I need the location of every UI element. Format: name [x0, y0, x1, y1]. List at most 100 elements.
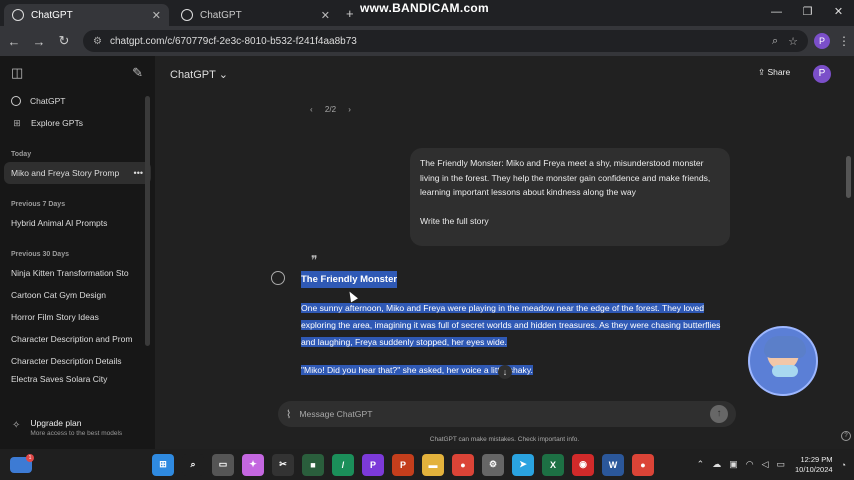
- bandicam-watermark: www.BANDICAM.com: [360, 1, 490, 15]
- attach-paperclip-icon[interactable]: ⌇: [286, 408, 291, 421]
- sidebar-scrollbar[interactable]: [145, 96, 150, 346]
- sidebar-toggle-icon[interactable]: ◫: [11, 65, 23, 81]
- back-arrow-icon[interactable]: ←: [3, 34, 25, 49]
- powerpoint-icon[interactable]: P: [392, 453, 414, 476]
- share-icon: ⇪: [758, 67, 766, 77]
- avatar-hair: [764, 336, 806, 358]
- tray-app-icon[interactable]: ▣: [729, 459, 738, 470]
- upgrade-plan-button[interactable]: ✧ Upgrade plan More access to the best m…: [0, 413, 155, 449]
- message-input[interactable]: Message ChatGPT: [299, 409, 710, 419]
- new-chat-icon[interactable]: ✎: [132, 65, 143, 81]
- section-heading-previous-7-days: Previous 7 Days: [11, 201, 66, 208]
- app-icon[interactable]: ■: [302, 453, 324, 476]
- notification-bell-icon[interactable]: ◔: [841, 460, 846, 470]
- windows-start-icon[interactable]: ⊞: [152, 453, 174, 476]
- system-tray: ⌃ ☁ ▣ ◠ ◁ ▭ 12:29 PM 10/10/2024 ◔: [689, 449, 846, 480]
- address-bar-row: ← → ↻ ⚙ chatgpt.com/c/670779cf-2e3c-8010…: [0, 26, 854, 56]
- openai-logo-icon: [181, 9, 193, 21]
- chrome-icon[interactable]: ●: [452, 453, 474, 476]
- disclaimer-text: ChatGPT can make mistakes. Check importa…: [429, 436, 580, 443]
- chat-history-item-active[interactable]: Miko and Freya Story Promp •••: [4, 162, 151, 184]
- onedrive-cloud-icon[interactable]: ☁: [712, 459, 721, 470]
- excel-icon[interactable]: X: [542, 453, 564, 476]
- openai-logo-icon: [271, 271, 285, 285]
- close-window-button[interactable]: ✕: [823, 0, 854, 24]
- url-field[interactable]: ⚙ chatgpt.com/c/670779cf-2e3c-8010-b532-…: [83, 30, 808, 52]
- reload-icon[interactable]: ↻: [53, 33, 75, 49]
- share-button[interactable]: ⇪ Share: [758, 67, 790, 78]
- tab-chatgpt[interactable]: ChatGPT ✕: [173, 4, 338, 26]
- task-view-icon[interactable]: ▭: [212, 453, 234, 476]
- response-paragraph: One sunny afternoon, Miko and Freya were…: [301, 303, 721, 347]
- site-info-icon[interactable]: ⚙: [93, 36, 102, 47]
- chat-history-item[interactable]: Ninja Kitten Transformation Sto: [0, 262, 155, 284]
- word-icon[interactable]: W: [602, 453, 624, 476]
- response-pager: ‹ 2/2 ›: [305, 105, 356, 114]
- chat-history-label: Cartoon Cat Gym Design: [11, 290, 106, 300]
- capcut-icon[interactable]: ✂: [272, 453, 294, 476]
- close-icon[interactable]: ✕: [321, 9, 330, 22]
- sidebar-item-label: Explore GPTs: [31, 118, 83, 128]
- maximize-button[interactable]: ❐: [792, 0, 823, 24]
- search-icon[interactable]: ⌕: [182, 453, 204, 476]
- tab-label: ChatGPT: [31, 9, 73, 21]
- bandicam-icon[interactable]: ◉: [572, 453, 594, 476]
- user-message-text: The Friendly Monster: Miko and Freya mee…: [420, 158, 711, 197]
- taskbar-clock[interactable]: 12:29 PM 10/10/2024: [795, 455, 833, 475]
- more-options-icon[interactable]: •••: [134, 168, 143, 178]
- volume-icon[interactable]: ◁: [762, 459, 769, 470]
- minimize-button[interactable]: —: [761, 0, 792, 24]
- quote-icon[interactable]: ❞: [311, 253, 317, 267]
- main-chat-area: ChatGPT ⌄ ⇪ Share P ‹ 2/2 › The Friendly…: [155, 56, 854, 449]
- chat-history-label: Electra Saves Solara City: [11, 374, 108, 384]
- chat-history-item[interactable]: Character Description and Prom: [0, 328, 155, 350]
- clock-time: 12:29 PM: [800, 454, 833, 464]
- tab-chatgpt-active[interactable]: ChatGPT ✕: [4, 4, 169, 26]
- chat-history-label: Ninja Kitten Transformation Sto: [11, 268, 129, 278]
- chat-history-label: Character Description Details: [11, 356, 122, 366]
- browser-menu-icon[interactable]: ⋮: [838, 34, 850, 48]
- chat-history-item[interactable]: Hybrid Animal AI Prompts: [0, 212, 155, 234]
- help-icon[interactable]: ?: [841, 431, 851, 441]
- zoom-icon[interactable]: ⌕: [772, 35, 778, 48]
- message-composer[interactable]: ⌇ Message ChatGPT ↑: [278, 401, 736, 427]
- close-icon[interactable]: ✕: [152, 9, 161, 22]
- send-arrow-icon[interactable]: ↑: [710, 405, 728, 423]
- telegram-icon[interactable]: ➤: [512, 453, 534, 476]
- forward-arrow-icon[interactable]: →: [28, 34, 50, 49]
- chevron-down-icon: ⌄: [218, 69, 228, 81]
- model-name: ChatGPT: [170, 69, 216, 81]
- weather-widget-icon[interactable]: 1: [10, 453, 34, 473]
- chat-history-item[interactable]: Character Description Details: [0, 350, 155, 372]
- sidebar-item-explore-gpts[interactable]: ⊞ Explore GPTs: [0, 112, 155, 134]
- chat-history-label: Horror Film Story Ideas: [11, 312, 99, 322]
- pager-next-icon[interactable]: ›: [348, 105, 351, 114]
- pager-prev-icon[interactable]: ‹: [310, 105, 313, 114]
- main-scrollbar[interactable]: [846, 156, 851, 198]
- chat-history-item[interactable]: Cartoon Cat Gym Design: [0, 284, 155, 306]
- share-label: Share: [767, 67, 791, 77]
- notification-badge: 1: [26, 453, 34, 462]
- sidebar-header: ◫ ✎: [0, 56, 155, 90]
- chat-history-item[interactable]: Horror Film Story Ideas: [0, 306, 155, 328]
- avatar[interactable]: P: [813, 65, 831, 83]
- copilot-icon[interactable]: ✦: [242, 453, 264, 476]
- new-tab-button[interactable]: +: [346, 6, 354, 21]
- app-icon[interactable]: /: [332, 453, 354, 476]
- sidebar-item-chatgpt[interactable]: ChatGPT: [0, 90, 155, 112]
- picsart-icon[interactable]: P: [362, 453, 384, 476]
- wifi-icon[interactable]: ◠: [746, 459, 754, 470]
- tab-label: ChatGPT: [200, 9, 242, 21]
- browser-profile-avatar[interactable]: P: [814, 33, 830, 49]
- model-selector[interactable]: ChatGPT ⌄: [170, 68, 228, 81]
- scroll-down-arrow-icon[interactable]: ↓: [498, 365, 512, 379]
- settings-icon[interactable]: ⚙: [482, 453, 504, 476]
- chat-history-item[interactable]: Electra Saves Solara City: [0, 372, 155, 386]
- bookmark-star-icon[interactable]: ☆: [788, 35, 798, 48]
- chevron-up-icon[interactable]: ⌃: [697, 459, 705, 470]
- battery-icon[interactable]: ▭: [777, 459, 786, 470]
- sidebar-item-label: ChatGPT: [30, 96, 66, 106]
- file-explorer-icon[interactable]: ▬: [422, 453, 444, 476]
- chat-history-label: Hybrid Animal AI Prompts: [11, 218, 108, 228]
- chrome-icon[interactable]: ●: [632, 453, 654, 476]
